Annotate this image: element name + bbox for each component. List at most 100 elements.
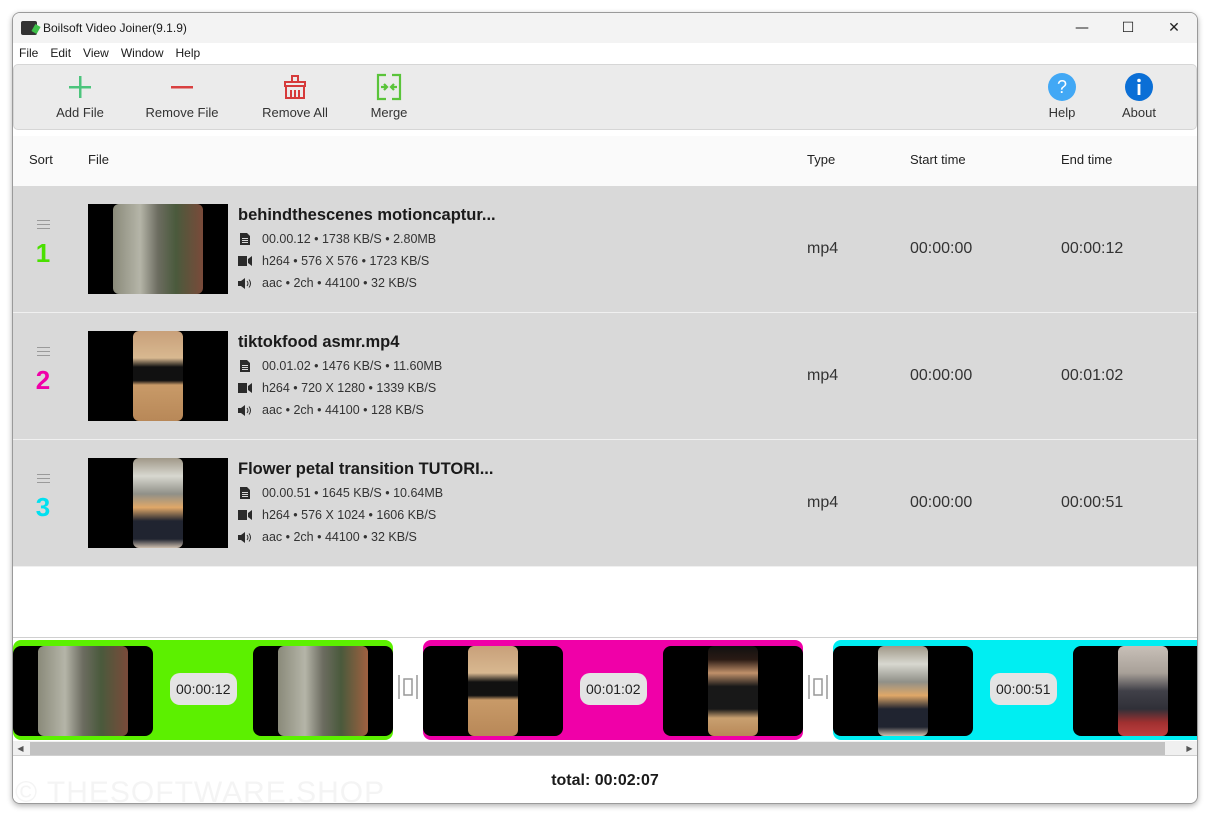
video-camera-icon — [238, 382, 252, 394]
file-table-header: Sort File Type Start time End time — [13, 136, 1197, 186]
audio-info: aac • 2ch • 44100 • 128 KB/S — [238, 403, 424, 417]
timeline: 00:00:12 00:01:02 00:00:51 — [13, 637, 1197, 741]
end-time[interactable]: 00:00:12 — [1061, 240, 1123, 258]
file-type: mp4 — [807, 367, 839, 384]
timeline-clip[interactable]: 00:00:51 — [833, 640, 1197, 740]
maximize-icon: ☐ — [1121, 20, 1135, 36]
scrollbar-thumb[interactable] — [30, 742, 1165, 755]
row-index: 1 — [35, 238, 51, 268]
menu-file[interactable]: File — [19, 46, 38, 60]
broom-icon — [282, 69, 308, 105]
info-icon — [1124, 69, 1154, 105]
speaker-icon — [238, 404, 252, 416]
svg-text:?: ? — [1057, 77, 1067, 97]
clip-duration: 00:01:02 — [580, 673, 647, 705]
plus-icon — [67, 69, 93, 105]
add-file-button[interactable]: Add File — [52, 65, 108, 129]
drag-handle-icon[interactable] — [37, 220, 50, 232]
timeline-clip[interactable]: 00:00:12 — [13, 640, 393, 740]
file-info: 00.01.02 • 1476 KB/S • 11.60MB — [238, 359, 442, 373]
menu-view[interactable]: View — [83, 46, 109, 60]
video-camera-icon — [238, 255, 252, 267]
clip-start-frame — [423, 646, 563, 736]
timeline-clip[interactable]: 00:01:02 — [423, 640, 803, 740]
file-list-empty-space — [13, 567, 1197, 637]
help-button[interactable]: ? Help — [1044, 65, 1080, 129]
drag-handle-icon[interactable] — [37, 474, 50, 486]
document-icon — [238, 233, 252, 245]
transition-icon[interactable] — [397, 674, 419, 700]
status-footer: © THESOFTWARE.SHOP total: 00:02:07 — [13, 756, 1197, 803]
file-type: mp4 — [807, 240, 839, 257]
clip-duration: 00:00:51 — [990, 673, 1057, 705]
start-time[interactable]: 00:00:00 — [910, 367, 972, 385]
transition-icon[interactable] — [807, 674, 829, 700]
clip-start-frame — [833, 646, 973, 736]
video-thumbnail — [88, 331, 228, 421]
video-camera-icon — [238, 509, 252, 521]
window-title: Boilsoft Video Joiner(9.1.9) — [43, 21, 187, 35]
clip-start-frame — [13, 646, 153, 736]
help-icon: ? — [1047, 69, 1077, 105]
video-thumbnail — [88, 204, 228, 294]
menu-edit[interactable]: Edit — [50, 46, 71, 60]
end-time[interactable]: 00:00:51 — [1061, 494, 1123, 512]
start-time[interactable]: 00:00:00 — [910, 240, 972, 258]
menu-bar: File Edit View Window Help — [13, 43, 1197, 63]
file-name: tiktokfood asmr.mp4 — [238, 333, 400, 351]
document-icon — [238, 487, 252, 499]
file-row[interactable]: 3 Flower petal transition TUTORI... 00.0… — [13, 440, 1197, 567]
menu-window[interactable]: Window — [121, 46, 164, 60]
video-info: h264 • 576 X 1024 • 1606 KB/S — [238, 508, 436, 522]
column-type[interactable]: Type — [807, 152, 835, 167]
clip-end-frame — [1073, 646, 1197, 736]
column-sort[interactable]: Sort — [29, 152, 53, 167]
timeline-scrollbar[interactable]: ◀ ▶ — [13, 741, 1197, 756]
file-name: behindthescenes motioncaptur... — [238, 206, 496, 224]
menu-help[interactable]: Help — [176, 46, 201, 60]
scroll-left-icon[interactable]: ◀ — [13, 741, 28, 756]
video-info: h264 • 720 X 1280 • 1339 KB/S — [238, 381, 436, 395]
speaker-icon — [238, 277, 252, 289]
row-index: 3 — [35, 492, 51, 522]
file-row[interactable]: 2 tiktokfood asmr.mp4 00.01.02 • 1476 KB… — [13, 313, 1197, 440]
audio-info: aac • 2ch • 44100 • 32 KB/S — [238, 530, 417, 544]
remove-all-button[interactable]: Remove All — [258, 65, 332, 129]
remove-file-button[interactable]: Remove File — [142, 65, 222, 129]
file-info: 00.00.51 • 1645 KB/S • 10.64MB — [238, 486, 443, 500]
clip-duration: 00:00:12 — [170, 673, 237, 705]
clip-end-frame — [253, 646, 393, 736]
document-icon — [238, 360, 252, 372]
speaker-icon — [238, 531, 252, 543]
app-logo-icon — [21, 21, 37, 35]
about-button[interactable]: About — [1114, 65, 1164, 129]
maximize-button[interactable]: ☐ — [1105, 13, 1151, 43]
file-info: 00.00.12 • 1738 KB/S • 2.80MB — [238, 232, 436, 246]
file-list: 1 behindthescenes motioncaptur... 00.00.… — [13, 186, 1197, 567]
minimize-icon: — — [1075, 20, 1089, 36]
file-name: Flower petal transition TUTORI... — [238, 460, 494, 478]
scroll-right-icon[interactable]: ▶ — [1182, 741, 1197, 756]
close-button[interactable]: ✕ — [1151, 13, 1197, 43]
app-window: Boilsoft Video Joiner(9.1.9) — ☐ ✕ File … — [12, 12, 1198, 804]
toolbar: Add File Remove File Remove All Merge ? … — [13, 64, 1197, 130]
column-file[interactable]: File — [88, 152, 109, 167]
start-time[interactable]: 00:00:00 — [910, 494, 972, 512]
video-info: h264 • 576 X 576 • 1723 KB/S — [238, 254, 429, 268]
column-start-time[interactable]: Start time — [910, 152, 966, 167]
close-icon: ✕ — [1168, 20, 1180, 36]
row-index: 2 — [35, 365, 51, 395]
merge-button[interactable]: Merge — [364, 65, 414, 129]
drag-handle-icon[interactable] — [37, 347, 50, 359]
file-row[interactable]: 1 behindthescenes motioncaptur... 00.00.… — [13, 186, 1197, 313]
title-bar: Boilsoft Video Joiner(9.1.9) — ☐ ✕ — [13, 13, 1197, 43]
merge-icon — [375, 69, 403, 105]
audio-info: aac • 2ch • 44100 • 32 KB/S — [238, 276, 417, 290]
minimize-button[interactable]: — — [1059, 13, 1105, 43]
minus-icon — [169, 69, 195, 105]
clip-end-frame — [663, 646, 803, 736]
column-end-time[interactable]: End time — [1061, 152, 1112, 167]
end-time[interactable]: 00:01:02 — [1061, 367, 1123, 385]
total-duration: total: 00:02:07 — [551, 772, 659, 789]
video-thumbnail — [88, 458, 228, 548]
